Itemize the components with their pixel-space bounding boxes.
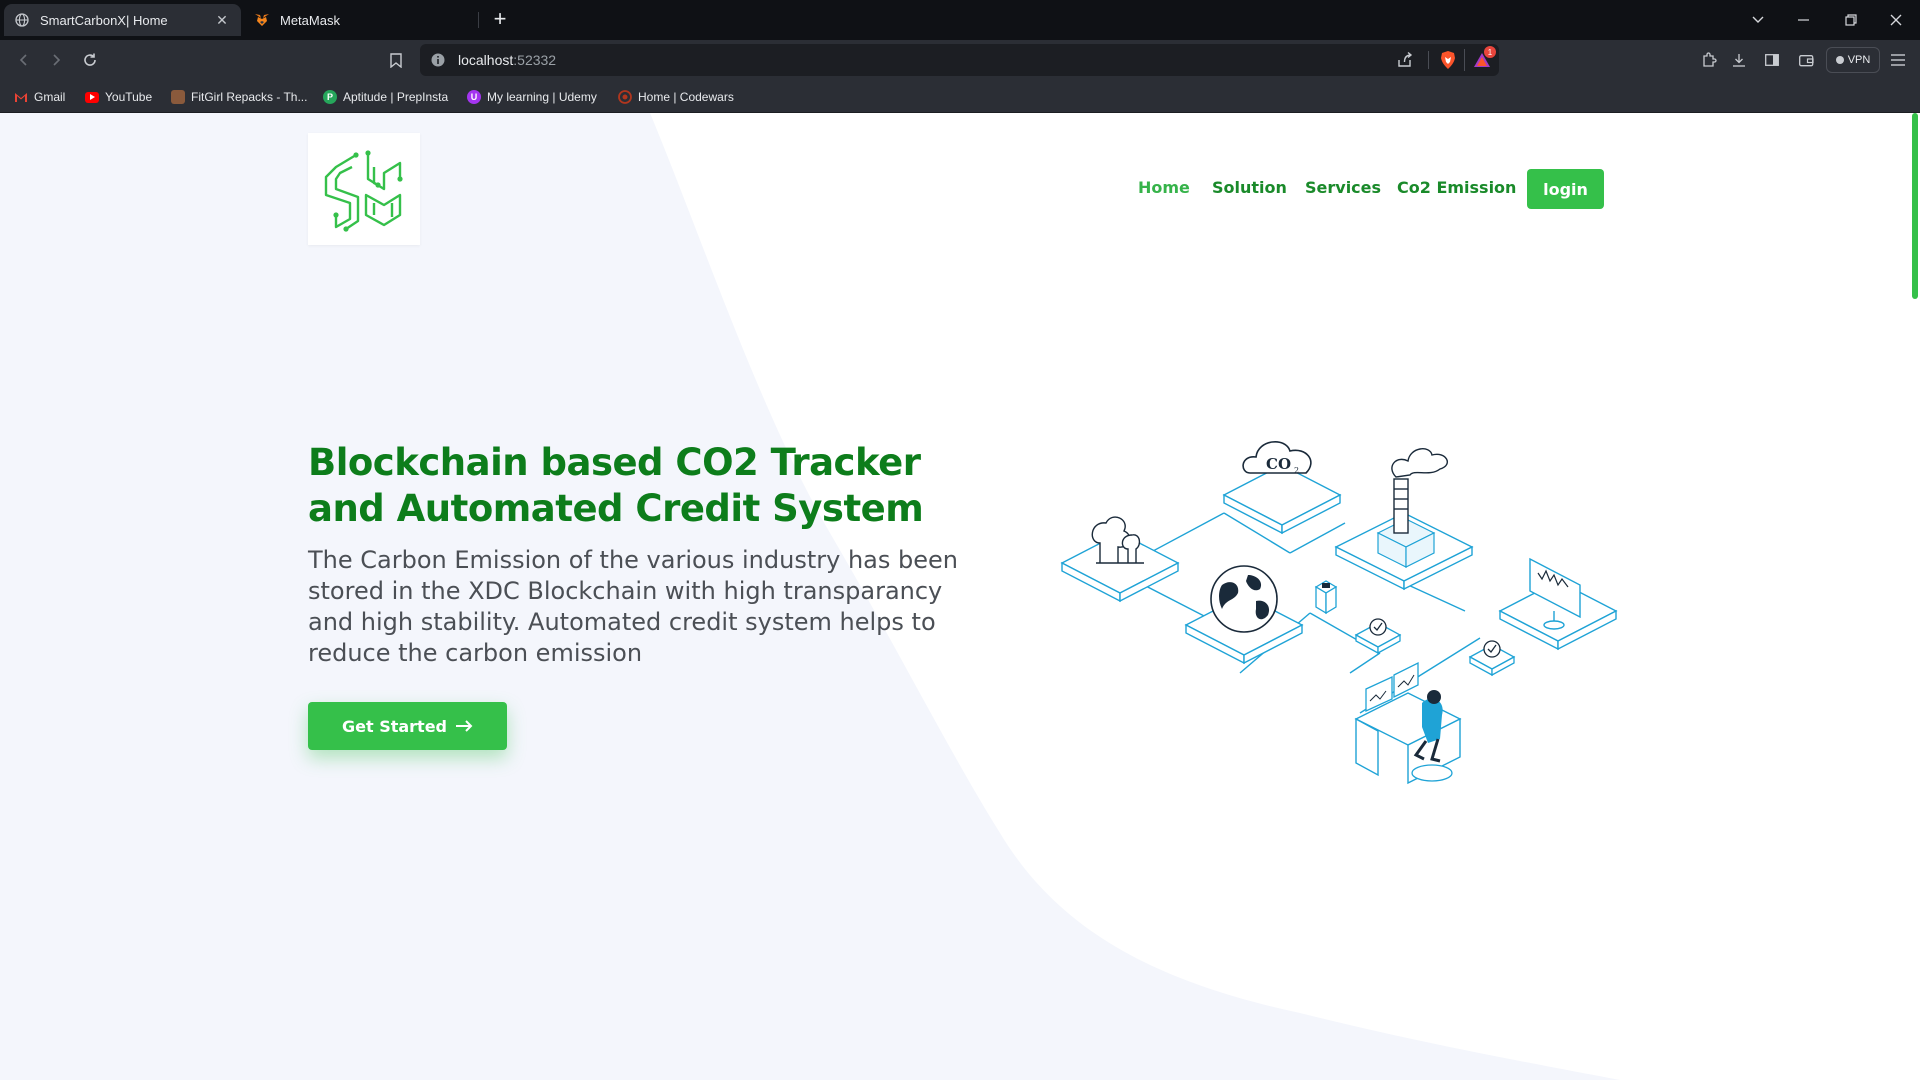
close-window-icon[interactable] xyxy=(1884,8,1908,32)
tab-separator xyxy=(478,12,479,28)
tab-title: SmartCarbonX| Home xyxy=(40,12,168,28)
web-page: Home Solution Services Co2 Emission logi… xyxy=(0,113,1920,1080)
extensions-icon[interactable] xyxy=(1697,48,1721,72)
url-divider xyxy=(1428,51,1429,69)
vpn-label: VPN xyxy=(1847,54,1871,66)
url-text: localhost:52332 xyxy=(458,52,556,68)
nav-co2-emission[interactable]: Co2 Emission xyxy=(1397,178,1516,197)
forward-arrow-icon[interactable] xyxy=(44,48,68,72)
tab-bar: SmartCarbonX| Home ✕ MetaMask + xyxy=(0,0,1920,40)
prepinsta-icon: P xyxy=(323,90,337,104)
bookmark-label: YouTube xyxy=(105,90,153,104)
url-divider xyxy=(1464,49,1465,71)
fitgirl-icon xyxy=(171,90,185,104)
bookmark-label: Aptitude | PrepInsta xyxy=(343,90,449,104)
url-port: :52332 xyxy=(513,52,557,68)
background-wave-shape xyxy=(0,113,1620,1080)
bookmark-fitgirl[interactable]: FitGirl Repacks - Th... xyxy=(171,88,307,106)
circuit-sx-logo-icon xyxy=(324,150,403,232)
download-icon[interactable] xyxy=(1727,48,1751,72)
notification-badge: 1 xyxy=(1484,46,1496,58)
nav-solution[interactable]: Solution xyxy=(1212,178,1287,197)
address-bar[interactable]: localhost:52332 1 xyxy=(420,44,1499,76)
bookmark-label: My learning | Udemy xyxy=(487,90,597,104)
bookmark-label: FitGirl Repacks - Th... xyxy=(191,90,308,104)
restore-icon[interactable] xyxy=(1839,8,1863,32)
hero-title: Blockchain based CO2 Tracker and Automat… xyxy=(308,441,924,530)
bookmark-prepinsta[interactable]: P Aptitude | PrepInsta xyxy=(323,88,448,106)
bookmark-youtube[interactable]: YouTube xyxy=(85,88,152,106)
tab-smartcarbonx[interactable]: SmartCarbonX| Home ✕ xyxy=(4,4,241,36)
site-info-icon[interactable] xyxy=(430,52,446,68)
reload-icon[interactable] xyxy=(78,48,102,72)
get-started-label: Get Started xyxy=(341,716,447,736)
brave-shields-icon[interactable] xyxy=(1439,50,1457,75)
operator-desk xyxy=(1354,661,1462,785)
hero-description: The Carbon Emission of the various indus… xyxy=(308,546,958,667)
arrow-right-icon xyxy=(456,720,473,732)
sidebar-toggle-icon[interactable] xyxy=(1760,48,1784,72)
bookmark-gmail[interactable]: Gmail xyxy=(14,88,65,106)
check-node-left xyxy=(1354,618,1402,655)
login-button[interactable]: login xyxy=(1527,169,1604,209)
co2-subscript: 2 xyxy=(1294,466,1299,475)
bookmark-icon[interactable] xyxy=(384,48,408,72)
nav-home[interactable]: Home xyxy=(1138,178,1190,197)
metamask-fox-icon xyxy=(254,12,270,28)
globe-icon xyxy=(14,12,30,28)
co2-cloud-platform: CO 2 xyxy=(1222,441,1342,535)
share-icon[interactable] xyxy=(1396,51,1414,74)
browser-toolbar: localhost:52332 1 VPN xyxy=(0,40,1920,80)
get-started-button[interactable]: Get Started xyxy=(308,702,507,750)
site-logo[interactable] xyxy=(308,133,420,245)
wallet-icon[interactable] xyxy=(1794,48,1818,72)
youtube-icon xyxy=(85,91,99,103)
close-tab-icon[interactable]: ✕ xyxy=(213,11,231,29)
bookmark-label: Gmail xyxy=(34,90,66,104)
gmail-icon xyxy=(14,90,28,104)
codewars-icon xyxy=(618,90,632,104)
monitor-platform xyxy=(1498,557,1618,651)
nav-services[interactable]: Services xyxy=(1305,178,1381,197)
check-node-right xyxy=(1468,640,1516,677)
vpn-button[interactable]: VPN xyxy=(1826,47,1880,73)
globe-platform xyxy=(1184,565,1304,665)
blockchain-network-illustration: CO 2 xyxy=(1060,441,1618,785)
server-node xyxy=(1314,580,1338,615)
menu-hamburger-icon[interactable] xyxy=(1886,48,1910,72)
back-arrow-icon[interactable] xyxy=(12,48,36,72)
vpn-shield-icon xyxy=(1835,56,1844,64)
factory-platform xyxy=(1334,448,1474,591)
trees-platform xyxy=(1060,516,1180,603)
bookmark-codewars[interactable]: Home | Codewars xyxy=(618,88,734,106)
page-scrollbar-thumb[interactable] xyxy=(1912,113,1918,299)
tab-title: MetaMask xyxy=(280,12,340,28)
new-tab-button[interactable]: + xyxy=(488,8,512,32)
bookmarks-bar: Gmail YouTube FitGirl Repacks - Th... P … xyxy=(0,80,1920,113)
tab-metamask[interactable]: MetaMask xyxy=(244,4,476,36)
minimize-icon[interactable] xyxy=(1792,8,1816,32)
tab-search-chevron-icon[interactable] xyxy=(1746,8,1770,32)
url-host: localhost xyxy=(458,52,514,68)
bookmark-label: Home | Codewars xyxy=(638,90,734,104)
udemy-icon: U xyxy=(467,90,481,104)
co2-label: CO xyxy=(1266,455,1291,473)
bookmark-udemy[interactable]: U My learning | Udemy xyxy=(467,88,597,106)
